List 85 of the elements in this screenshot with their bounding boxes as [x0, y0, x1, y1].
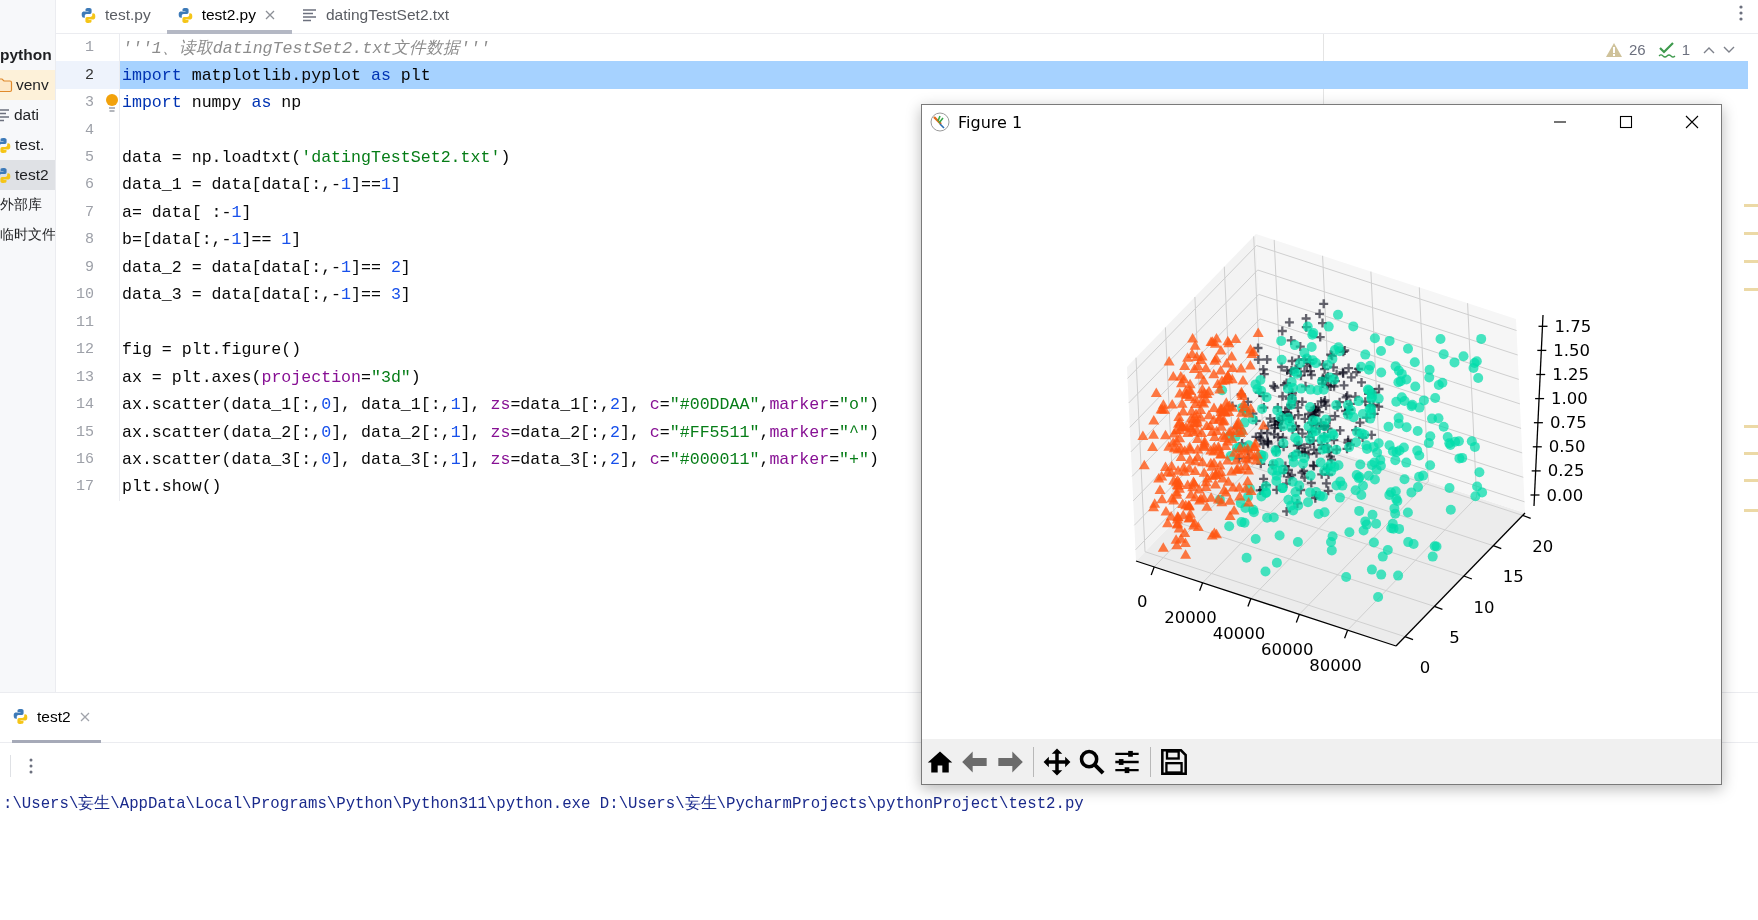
python-icon [80, 6, 97, 24]
tick-label: 15 [1502, 567, 1524, 587]
chevron-down-icon[interactable] [1722, 44, 1736, 55]
line-number: 13 [56, 363, 120, 391]
code-line: data_2 = data[data[:,-1]== 2] [122, 257, 411, 277]
tick-label: 1.25 [1552, 365, 1589, 384]
console-output: :\Users\妄生\AppData\Local\Programs\Python\Python311\python.exe D:\Users\妄生\PycharmProjects\pythonProject\test2.py [2, 793, 1085, 814]
run-tab[interactable]: test2 [12, 693, 101, 743]
line-number: 4 [56, 116, 120, 144]
tick-label: 20 [1532, 536, 1554, 556]
code-line: plt.show() [122, 477, 222, 497]
warning-marker[interactable] [1744, 288, 1758, 291]
tick-label: 0 [1419, 658, 1431, 678]
warning-marker[interactable] [1744, 204, 1758, 207]
tree-item[interactable]: 临时文件 [0, 220, 55, 250]
code-line: b=[data[:,-1]== 1] [122, 230, 302, 250]
line-number: 11 [56, 308, 120, 336]
line-number: 8 [56, 226, 120, 254]
editor-tab[interactable]: datingTestSet2.txt [291, 0, 466, 34]
tree-item[interactable]: test2 [0, 160, 55, 190]
python-icon [0, 136, 12, 154]
tick-label: 0.50 [1548, 437, 1586, 457]
line-number: 2 [56, 61, 120, 89]
editor-tab[interactable]: test.py [70, 0, 167, 34]
tick-label: 1.00 [1551, 389, 1588, 409]
warning-marker[interactable] [1744, 260, 1758, 263]
tree-item[interactable]: venv [0, 70, 55, 100]
tree-item[interactable]: test. [0, 130, 55, 160]
code-line: '''1、读取datingTestSet2.txt文件数据''' [122, 37, 490, 59]
maximize-icon[interactable] [1619, 115, 1633, 129]
lightbulb-icon[interactable] [105, 92, 119, 113]
line-number: 15 [56, 418, 120, 446]
folder-icon [0, 77, 13, 93]
warning-marker[interactable] [1744, 452, 1758, 455]
python-icon [0, 166, 12, 184]
code-line: ax.scatter(data_3[:,0], data_3[:,1], zs=data_3[:,2], c="#000011",marker="+") [122, 450, 879, 469]
warning-marker[interactable] [1744, 425, 1758, 428]
tick-label: 0.00 [1546, 485, 1584, 505]
python-icon [12, 708, 29, 725]
tick-label: 5 [1449, 627, 1460, 647]
search-icon[interactable] [1078, 747, 1106, 776]
code-line: ax.scatter(data_1[:,0], data_1[:,1], zs=data_1[:,2], c="#00DDAA",marker="o") [122, 395, 879, 415]
code-line: data_1 = data[data[:,-1]==1] [122, 175, 401, 195]
editor-tab[interactable]: test2.py [166, 0, 292, 34]
text-file-icon [301, 8, 318, 22]
line-number: 12 [56, 336, 120, 364]
app-logo-icon [930, 112, 950, 132]
tree-item[interactable]: python [0, 40, 55, 70]
line-number: 14 [56, 390, 120, 419]
more-icon[interactable] [28, 757, 34, 775]
line-number: 10 [56, 281, 120, 309]
line-number: 7 [56, 198, 120, 227]
tick-label: 10 [1473, 597, 1495, 617]
warning-marker[interactable] [1744, 509, 1758, 512]
window-title: Figure 1 [958, 112, 1024, 132]
code-line: ax = plt.axes(projection="3d") [122, 367, 421, 387]
tick-label: 1.50 [1553, 340, 1591, 360]
code-line: import numpy as np [122, 93, 302, 113]
tick-label: 1.75 [1554, 316, 1592, 336]
code-line: data_3 = data[data[:,-1]== 3] [122, 285, 411, 305]
python-icon [176, 6, 194, 24]
check-icon[interactable] [1657, 41, 1676, 58]
code-line: a= data[ :-1] [122, 202, 252, 222]
tick-label: 0.75 [1549, 413, 1587, 433]
warning-count[interactable]: 26 [1628, 41, 1646, 58]
close-icon[interactable] [1685, 115, 1699, 129]
code-line: fig = plt.figure() [122, 340, 302, 360]
line-number: 16 [56, 445, 120, 474]
line-number: 17 [56, 473, 120, 501]
move-icon[interactable] [1043, 747, 1071, 776]
weak-warning-count[interactable]: 1 [1681, 41, 1690, 58]
line-number: 5 [56, 143, 120, 172]
line-number: 6 [56, 171, 120, 199]
tree-item[interactable]: dati [0, 100, 55, 130]
warning-marker[interactable] [1744, 232, 1758, 235]
warning-marker[interactable] [1744, 479, 1758, 482]
tick-label: 0.25 [1547, 461, 1585, 481]
code-line: data = np.loadtxt('datingTestSet2.txt') [122, 148, 511, 168]
tree-item[interactable]: 外部库 [0, 190, 55, 220]
code-line: ax.scatter(data_2[:,0], data_2[:,1], zs=data_2[:,2], c="#FF5511",marker="^") [122, 422, 879, 442]
save-icon[interactable] [1160, 747, 1188, 776]
code-line: import matplotlib.pyplot as plt [122, 65, 431, 85]
tick-label: 0 [1136, 592, 1148, 612]
more-icon[interactable] [1738, 4, 1744, 22]
line-number: 9 [56, 253, 120, 282]
